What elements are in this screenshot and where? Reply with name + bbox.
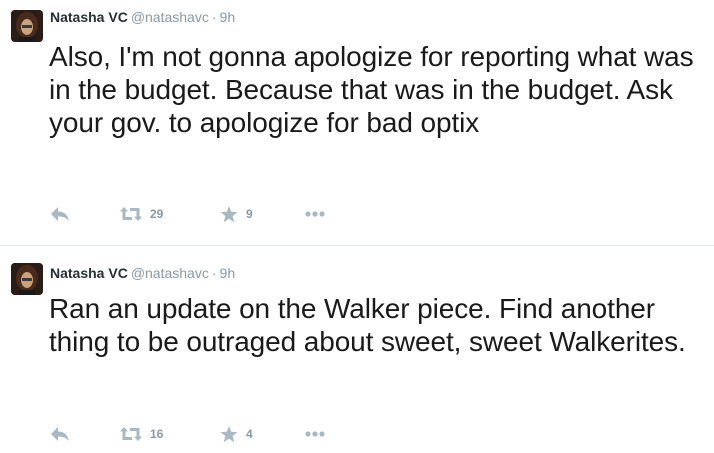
more-options-button[interactable]	[305, 204, 325, 224]
reply-button[interactable]	[50, 424, 70, 444]
more-icon	[305, 431, 325, 437]
reply-icon	[51, 207, 69, 221]
tweet: Natasha VC @natashavc · 9h Ran an update on…	[0, 247, 714, 453]
favorite-button[interactable]: 9	[220, 204, 253, 224]
display-name[interactable]: Natasha VC	[50, 9, 128, 25]
tweet-header: Natasha VC @natashavc · 9h	[50, 7, 235, 27]
tweet: Natasha VC @natashavc · 9h Also, I'm not go…	[0, 0, 714, 246]
tweet-text: Also, I'm not gonna apologize for report…	[49, 41, 694, 138]
separator-dot: ·	[211, 9, 217, 25]
timestamp[interactable]: 9h	[220, 265, 236, 281]
tweet-divider	[0, 245, 714, 246]
favorite-button[interactable]: 4	[220, 424, 253, 444]
retweet-button[interactable]: 29	[120, 204, 163, 224]
avatar[interactable]	[11, 10, 43, 42]
reply-icon	[51, 427, 69, 441]
retweet-count: 16	[150, 427, 164, 441]
star-icon	[220, 205, 238, 222]
retweet-icon	[120, 207, 142, 221]
tweet-text: Ran an update on the Walker piece. Find …	[49, 293, 686, 357]
timestamp[interactable]: 9h	[220, 9, 236, 25]
retweet-icon	[120, 427, 142, 441]
separator-dot: ·	[211, 265, 217, 281]
star-icon	[220, 425, 238, 442]
reply-button[interactable]	[50, 204, 70, 224]
tweet-header: Natasha VC @natashavc · 9h	[50, 263, 235, 283]
display-name[interactable]: Natasha VC	[50, 265, 128, 281]
username[interactable]: @natashavc	[131, 9, 209, 25]
retweet-count: 29	[150, 207, 164, 221]
favorite-count: 4	[246, 427, 253, 441]
more-icon	[305, 211, 325, 217]
retweet-button[interactable]: 16	[120, 424, 163, 444]
username[interactable]: @natashavc	[131, 265, 209, 281]
avatar[interactable]	[11, 263, 43, 295]
more-options-button[interactable]	[305, 424, 325, 444]
favorite-count: 9	[246, 207, 253, 221]
